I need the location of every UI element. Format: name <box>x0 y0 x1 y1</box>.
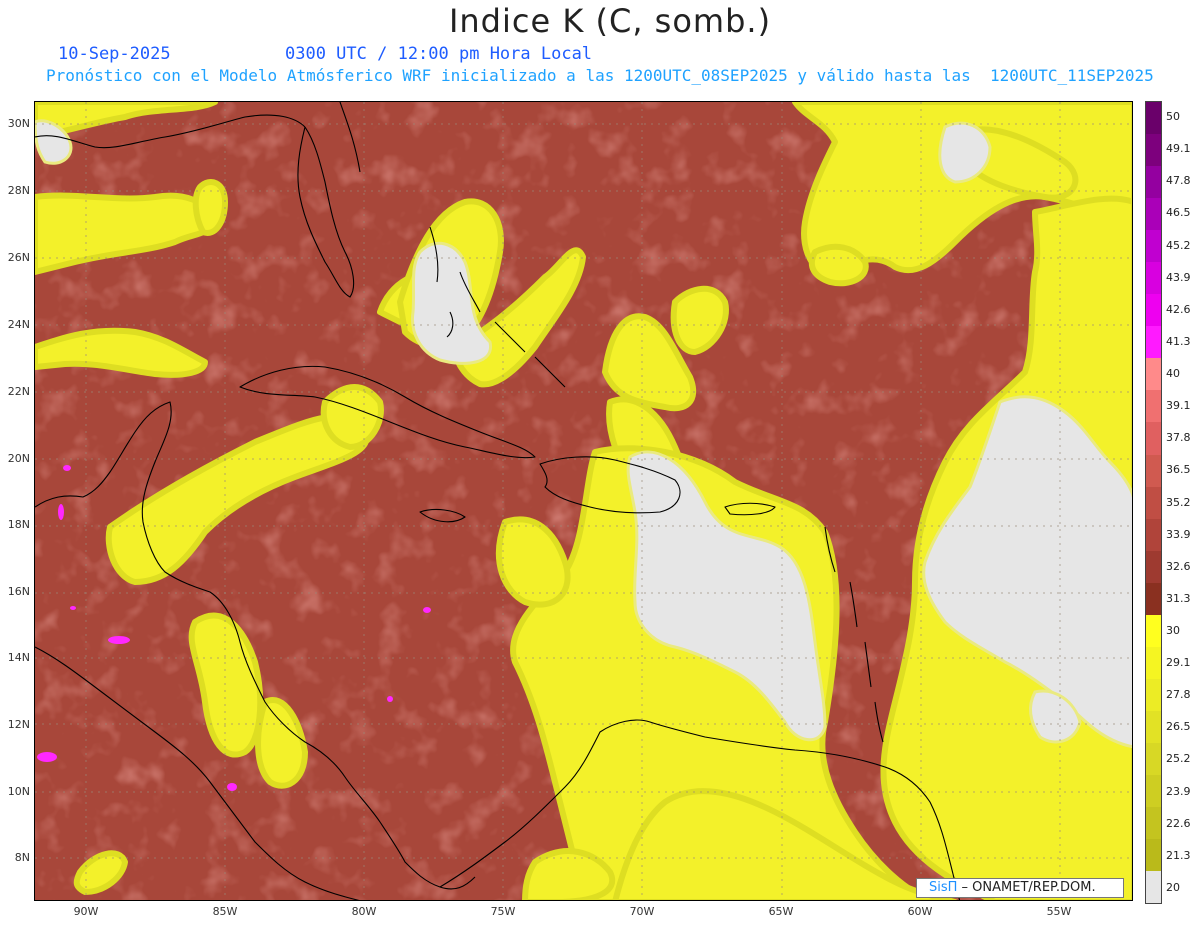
k-index-spot <box>423 607 431 613</box>
lat-label: 16N <box>7 585 30 598</box>
k-index-spot <box>63 465 71 471</box>
legend-swatch <box>1146 839 1161 872</box>
k-index-spot <box>108 636 130 644</box>
k-index-spot <box>70 606 76 610</box>
lat-label: 12N <box>7 718 30 731</box>
lon-label: 65W <box>768 905 794 918</box>
legend-label: 39.1 <box>1166 399 1191 413</box>
lat-label: 8N <box>14 851 30 864</box>
legend-swatch <box>1146 390 1161 423</box>
legend-label: 23.9 <box>1166 784 1191 798</box>
map-title: Indice K (C, somb.) <box>448 2 772 40</box>
legend-swatch <box>1146 198 1161 231</box>
legend-swatch <box>1146 166 1161 199</box>
legend-label: 30 <box>1166 623 1180 637</box>
legend-label: 26.5 <box>1166 720 1191 734</box>
lat-label: 10N <box>7 785 30 798</box>
legend-label: 50 <box>1166 110 1180 124</box>
credit-box: SisΠ – ONAMET/REP.DOM. <box>916 878 1124 898</box>
lat-label: 30N <box>7 117 30 130</box>
forecast-time: 0300 UTC / 12:00 pm Hora Local <box>285 44 593 64</box>
legend-swatch <box>1146 422 1161 455</box>
legend-label: 25.2 <box>1166 752 1191 766</box>
map-panel <box>34 101 1133 901</box>
legend-label: 37.8 <box>1166 431 1191 445</box>
lat-label: 22N <box>7 385 30 398</box>
lon-label: 55W <box>1046 905 1072 918</box>
legend-swatch <box>1146 454 1161 487</box>
legend-label: 46.5 <box>1166 206 1191 220</box>
legend-label: 35.2 <box>1166 495 1191 509</box>
lon-label: 70W <box>629 905 655 918</box>
legend-label: 47.8 <box>1166 174 1191 188</box>
legend-label: 31.3 <box>1166 591 1191 605</box>
forecast-info: Pronóstico con el Modelo Atmósferico WRF… <box>46 66 1154 85</box>
legend-swatch <box>1146 294 1161 327</box>
legend-label: 22.6 <box>1166 816 1191 830</box>
forecast-date: 10-Sep-2025 <box>58 44 171 64</box>
legend-swatch <box>1146 774 1161 808</box>
k-index-map <box>35 102 1132 900</box>
legend-swatch <box>1146 486 1161 519</box>
legend-label: 40 <box>1166 367 1180 381</box>
legend-label: 21.3 <box>1166 848 1191 862</box>
lat-label: 24N <box>7 318 30 331</box>
legend-swatch <box>1146 326 1161 359</box>
credit-text: – ONAMET/REP.DOM. <box>957 880 1096 895</box>
lon-label: 80W <box>351 905 377 918</box>
legend-swatch <box>1146 614 1161 647</box>
legend-swatch <box>1146 134 1161 167</box>
lat-label: 28N <box>7 184 30 197</box>
legend-swatch <box>1146 230 1161 263</box>
legend-label: 43.9 <box>1166 270 1191 284</box>
legend-swatch <box>1146 807 1161 840</box>
legend-label: 32.6 <box>1166 559 1191 573</box>
legend-label: 45.2 <box>1166 238 1191 252</box>
legend-swatch <box>1146 102 1161 135</box>
legend-swatch <box>1146 550 1161 583</box>
lat-label: 26N <box>7 251 30 264</box>
lat-label: 20N <box>7 452 30 465</box>
legend-label: 42.6 <box>1166 302 1191 316</box>
legend-swatch <box>1146 262 1161 295</box>
legend-label: 29.1 <box>1166 656 1191 670</box>
legend-label: 33.9 <box>1166 527 1191 541</box>
legend-swatch <box>1146 518 1161 551</box>
lon-label: 75W <box>490 905 516 918</box>
legend-label: 27.8 <box>1166 688 1191 702</box>
k-index-spot <box>387 696 393 702</box>
k-index-spot <box>37 752 57 762</box>
lon-label: 60W <box>907 905 933 918</box>
legend-swatch <box>1146 742 1161 775</box>
lat-label: 18N <box>7 518 30 531</box>
legend-swatch <box>1146 710 1161 743</box>
legend-label: 41.3 <box>1166 334 1191 348</box>
lon-label: 85W <box>212 905 238 918</box>
legend-swatch <box>1146 358 1161 391</box>
legend-swatch <box>1146 582 1161 615</box>
legend-swatch <box>1146 871 1161 904</box>
legend-label: 36.5 <box>1166 463 1191 477</box>
lon-label: 90W <box>73 905 99 918</box>
k-index-spot <box>227 783 237 791</box>
legend-swatch <box>1146 646 1161 679</box>
k-index-spot <box>58 504 64 520</box>
legend-label: 49.1 <box>1166 142 1191 156</box>
credit-brand: SisΠ <box>929 880 958 895</box>
lat-label: 14N <box>7 651 30 664</box>
legend-label: 20 <box>1166 880 1180 894</box>
color-legend-bar <box>1145 101 1162 904</box>
legend-swatch <box>1146 678 1161 711</box>
